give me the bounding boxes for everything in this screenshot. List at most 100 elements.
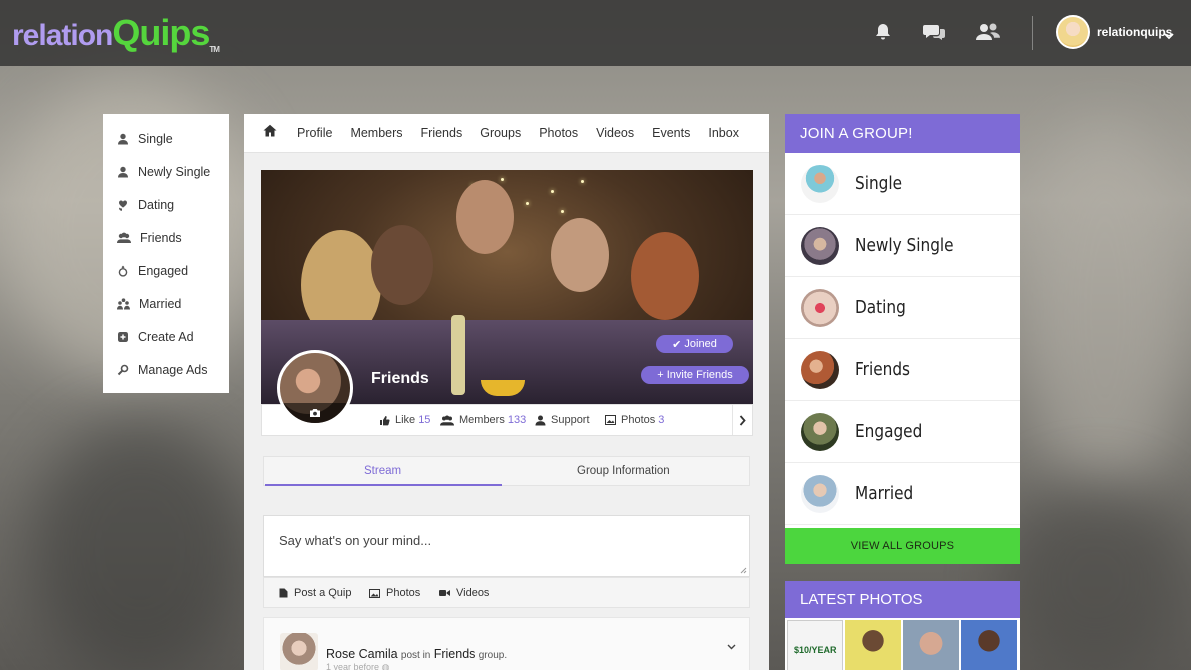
- cover-light: [581, 180, 584, 183]
- left-menu-item-friends[interactable]: Friends: [103, 221, 229, 254]
- group-main-panel: Profile Members Friends Groups Photos Vi…: [244, 114, 769, 670]
- newly-single-icon: [118, 166, 128, 177]
- post-a-quip-button[interactable]: Post a Quip: [279, 587, 351, 599]
- cover-light: [561, 210, 564, 213]
- members-count: 133: [507, 414, 527, 426]
- photos-count: 3: [658, 414, 665, 426]
- latest-photo-thumb[interactable]: [845, 620, 901, 670]
- tab-stream[interactable]: Stream: [364, 465, 401, 477]
- nav-item-profile[interactable]: Profile: [297, 126, 332, 140]
- left-menu-item-newly-single[interactable]: Newly Single: [103, 155, 229, 188]
- view-all-groups-button[interactable]: VIEW ALL GROUPS: [785, 528, 1020, 564]
- top-bar-divider: [1032, 16, 1033, 50]
- group-label: Dating: [855, 297, 906, 318]
- cover-light: [526, 202, 529, 205]
- left-menu: Single Newly Single Dating Friends Engag…: [103, 114, 229, 393]
- top-bar: relationQuipsTM relationquips: [0, 0, 1191, 66]
- joined-button[interactable]: ✔ Joined: [656, 335, 733, 353]
- support-label: Support: [551, 414, 590, 426]
- couple-icon: [117, 297, 130, 309]
- cover-person: [551, 218, 609, 292]
- left-menu-label: Newly Single: [138, 164, 211, 179]
- background-photo-right: [1020, 120, 1190, 500]
- cover-light: [551, 190, 554, 193]
- group-item-single[interactable]: Single: [785, 153, 1020, 215]
- cover-person: [631, 232, 699, 320]
- globe-icon: ◍: [381, 662, 390, 670]
- chevron-right-icon[interactable]: [732, 405, 752, 435]
- left-menu-label: Married: [139, 296, 182, 311]
- left-menu-item-married[interactable]: Married: [103, 287, 229, 320]
- left-menu-item-manage-ads[interactable]: Manage Ads: [103, 353, 229, 386]
- post-composer-input[interactable]: Say what's on your mind...: [263, 515, 750, 577]
- latest-photos-header: LATEST PHOTOS: [785, 581, 1020, 618]
- group-label: Friends: [855, 359, 911, 380]
- group-item-newly-single[interactable]: Newly Single: [785, 215, 1020, 277]
- nav-item-photos[interactable]: Photos: [539, 126, 578, 140]
- feed-post: Rose Camila post in Friends group. 1 yea…: [263, 617, 750, 670]
- logo-text-relation: relation: [12, 19, 113, 52]
- nav-item-videos[interactable]: Videos: [596, 126, 634, 140]
- members-label: Members: [459, 414, 505, 426]
- nav-item-friends[interactable]: Friends: [421, 126, 463, 140]
- post-a-quip-label: Post a Quip: [294, 587, 352, 599]
- logo[interactable]: relationQuipsTM: [12, 12, 220, 54]
- friends-group-icon: [117, 232, 131, 243]
- avatar[interactable]: [1056, 15, 1090, 49]
- left-menu-label: Manage Ads: [138, 362, 208, 377]
- home-icon[interactable]: [263, 124, 277, 142]
- videos-button[interactable]: Videos: [439, 587, 489, 599]
- chat-icon[interactable]: [921, 20, 947, 44]
- post-suffix-text: group.: [478, 650, 508, 661]
- left-menu-item-create-ad[interactable]: Create Ad: [103, 320, 229, 353]
- latest-photo-thumb[interactable]: [903, 620, 959, 670]
- photo-icon: [369, 588, 380, 598]
- group-label: Newly Single: [855, 235, 954, 256]
- group-item-married[interactable]: Married: [785, 463, 1020, 525]
- thumbs-up-icon: [380, 415, 390, 425]
- logo-trademark: TM: [209, 45, 220, 54]
- chevron-down-icon[interactable]: [1164, 27, 1174, 45]
- members-stat[interactable]: Members 133: [440, 414, 526, 426]
- nav-item-members[interactable]: Members: [350, 126, 402, 140]
- bell-icon[interactable]: [870, 20, 896, 44]
- post-time-text: 1 year before: [326, 662, 380, 670]
- left-menu-item-single[interactable]: Single: [103, 122, 229, 155]
- support-stat[interactable]: Support: [535, 414, 590, 426]
- like-count: 15: [418, 414, 431, 426]
- group-item-friends[interactable]: Friends: [785, 339, 1020, 401]
- latest-photo-thumb[interactable]: $10/YEAR: [787, 620, 843, 670]
- active-tab-indicator: [265, 484, 502, 486]
- left-menu-item-dating[interactable]: Dating: [103, 188, 229, 221]
- photos-stat[interactable]: Photos 3: [605, 414, 664, 426]
- post-author[interactable]: Rose Camila: [326, 647, 398, 661]
- group-item-dating[interactable]: Dating: [785, 277, 1020, 339]
- photo-icon: [605, 415, 616, 425]
- nav-item-inbox[interactable]: Inbox: [708, 126, 739, 140]
- check-icon: ✔: [672, 338, 685, 351]
- resize-handle-icon[interactable]: [740, 567, 747, 574]
- background-photo-dark: [1000, 480, 1191, 670]
- like-stat[interactable]: Like 15: [379, 414, 430, 426]
- latest-photo-thumb[interactable]: [961, 620, 1017, 670]
- post-group-link[interactable]: Friends: [434, 647, 476, 661]
- post-author-avatar[interactable]: [280, 633, 318, 670]
- logo-text-quips: Quips: [112, 12, 210, 53]
- left-menu-item-engaged[interactable]: Engaged: [103, 254, 229, 287]
- group-item-engaged[interactable]: Engaged: [785, 401, 1020, 463]
- group-avatar[interactable]: [277, 350, 353, 426]
- group-avatar: [801, 351, 839, 389]
- tab-group-information[interactable]: Group Information: [577, 465, 670, 477]
- camera-icon[interactable]: [280, 403, 350, 423]
- username-label[interactable]: relationquips: [1097, 25, 1172, 39]
- nav-item-groups[interactable]: Groups: [480, 126, 521, 140]
- invite-friends-button[interactable]: + Invite Friends: [641, 366, 749, 384]
- ad-thumb-text: $10/YEAR: [794, 645, 837, 655]
- photos-button[interactable]: Photos: [369, 587, 420, 599]
- cover-light: [501, 178, 504, 181]
- friends-icon[interactable]: [975, 20, 1001, 44]
- chevron-down-icon[interactable]: [727, 637, 736, 655]
- top-navigation: Profile Members Friends Groups Photos Vi…: [244, 114, 769, 153]
- nav-item-events[interactable]: Events: [652, 126, 690, 140]
- group-avatar: [801, 289, 839, 327]
